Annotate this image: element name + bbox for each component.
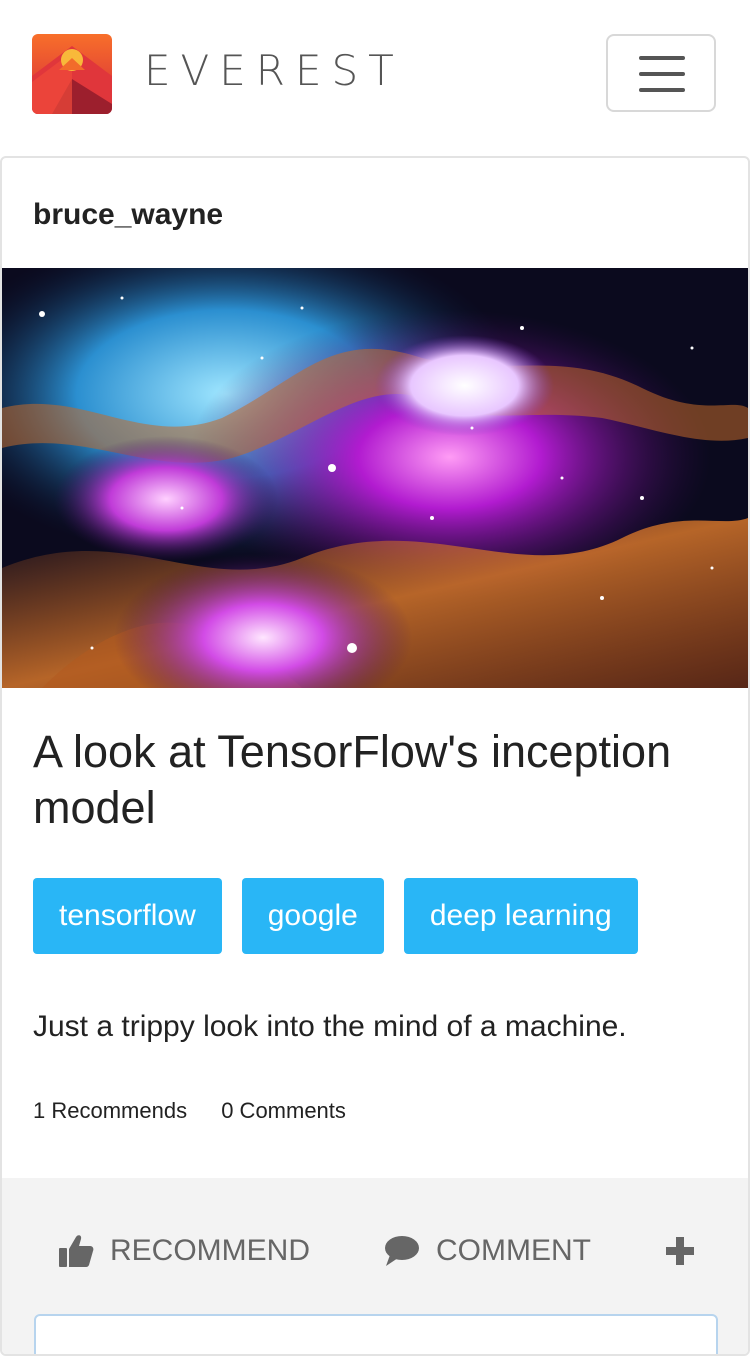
brand-name[interactable]: EVEREST [144,46,404,95]
speech-bubble-icon [385,1236,419,1266]
comment-label: COMMENT [436,1234,591,1267]
recommend-button[interactable]: RECOMMEND [58,1226,310,1276]
hamburger-menu-button[interactable] [606,34,716,112]
comments-count[interactable]: 0 Comments [221,1098,346,1123]
menu-bar-icon [639,72,685,76]
plus-icon [666,1237,694,1265]
menu-bar-icon [639,88,685,92]
recommend-label: RECOMMEND [110,1234,310,1267]
mountain-logo-icon[interactable] [32,34,112,114]
thumbs-up-icon [59,1235,94,1267]
navbar: EVEREST [0,0,750,150]
tag-deep-learning[interactable]: deep learning [403,878,638,954]
post-title[interactable]: A look at TensorFlow's inception model [33,724,733,836]
post-actions-bar: RECOMMEND COMMENT [2,1178,748,1354]
tag-list: tensorflow google deep learning [33,878,658,954]
comment-input[interactable] [34,1314,718,1354]
menu-bar-icon [639,56,685,60]
recommends-count[interactable]: 1 Recommends [33,1098,187,1123]
post-hero-image[interactable] [2,268,748,688]
post-stats: 1 Recommends 0 Comments [33,1098,374,1124]
comment-button[interactable]: COMMENT [384,1226,591,1276]
post-description: Just a trippy look into the mind of a ma… [33,1010,627,1043]
post-author[interactable]: bruce_wayne [33,198,223,232]
tag-tensorflow[interactable]: tensorflow [33,878,222,954]
post-card: bruce_wayne A look at TensorFlow's incep… [0,156,750,1356]
tag-google[interactable]: google [241,878,384,954]
more-options-button[interactable] [664,1226,712,1276]
